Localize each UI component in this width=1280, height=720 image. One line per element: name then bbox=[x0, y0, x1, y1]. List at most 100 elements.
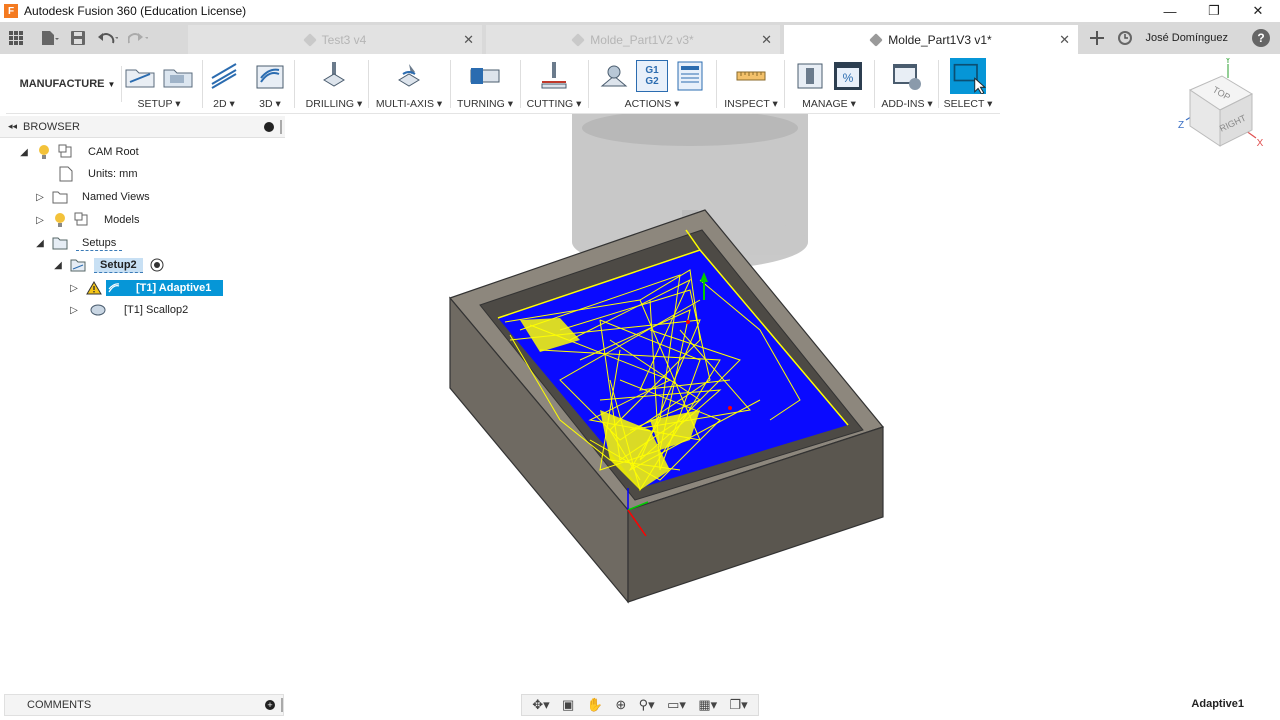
tab-label: Test3 v4 bbox=[321, 32, 367, 47]
setup-folder-icon[interactable] bbox=[124, 60, 156, 92]
expand-triangle-icon[interactable]: ▷ bbox=[34, 191, 46, 203]
panel-grip-icon[interactable] bbox=[280, 119, 282, 134]
svg-text:%: % bbox=[843, 71, 854, 85]
group-select[interactable]: SELECT ▾ bbox=[940, 54, 996, 114]
new-tab-plus-icon[interactable] bbox=[1087, 28, 1107, 48]
workspace-switcher[interactable]: MANUFACTURE ▼ bbox=[14, 66, 122, 102]
group-multi-axis[interactable]: MULTI-AXIS ▾ bbox=[370, 54, 448, 114]
tree-item-units[interactable]: Units: mm bbox=[40, 164, 144, 184]
tree-item-scallop2[interactable]: ▷ [T1] Scallop2 bbox=[68, 300, 194, 320]
display-settings-icon[interactable]: ▭▾ bbox=[667, 697, 686, 713]
panel-grip-icon[interactable] bbox=[281, 698, 283, 712]
group-cutting[interactable]: CUTTING ▾ bbox=[522, 54, 586, 114]
data-panel-grid-icon[interactable] bbox=[6, 28, 26, 48]
measure-ruler-icon[interactable] bbox=[735, 60, 767, 92]
group-2d[interactable]: 2D ▾ bbox=[204, 54, 244, 114]
viewports-icon[interactable]: ❐▾ bbox=[730, 697, 748, 713]
close-tab-icon[interactable]: ✕ bbox=[761, 32, 772, 48]
tab-test3[interactable]: Test3 v4 ✕ bbox=[188, 25, 482, 54]
close-tab-icon[interactable]: ✕ bbox=[1059, 32, 1070, 48]
group-actions[interactable]: G1 G2 ACTIONS ▾ bbox=[590, 54, 714, 114]
job-status-clock-icon[interactable] bbox=[1115, 28, 1135, 48]
cutting-icon[interactable] bbox=[538, 60, 570, 92]
setup-sheet-icon[interactable] bbox=[674, 60, 706, 92]
separator bbox=[588, 60, 589, 108]
user-name[interactable]: José Domínguez bbox=[1145, 32, 1228, 44]
expand-triangle-icon[interactable]: ▷ bbox=[68, 282, 80, 294]
group-turning[interactable]: TURNING ▾ bbox=[452, 54, 518, 114]
select-cursor-icon[interactable] bbox=[950, 58, 986, 94]
expand-triangle-icon[interactable]: ▷ bbox=[34, 214, 46, 226]
group-label-2d: 2D bbox=[213, 98, 227, 110]
minimize-button[interactable]: — bbox=[1148, 0, 1192, 22]
tree-item-adaptive1[interactable]: ▷ [T1] Adaptive1 bbox=[68, 278, 224, 298]
turning-icons bbox=[452, 60, 518, 92]
group-label-multi-axis: MULTI-AXIS bbox=[375, 98, 434, 110]
group-drilling[interactable]: DRILLING ▾ bbox=[296, 54, 372, 114]
group-inspect[interactable]: INSPECT ▾ bbox=[718, 54, 784, 114]
2d-adaptive-icon[interactable] bbox=[208, 60, 240, 92]
fusion-logo-icon: F bbox=[4, 4, 18, 18]
lightbulb-icon[interactable] bbox=[52, 212, 68, 228]
redo-icon[interactable] bbox=[128, 28, 148, 48]
tree-item-named-views[interactable]: ▷ Named Views bbox=[34, 187, 156, 207]
tree-item-setup2[interactable]: ◢ Setup2 bbox=[52, 255, 165, 275]
group-label-setup: SETUP bbox=[137, 98, 173, 110]
look-at-icon[interactable]: ▣ bbox=[562, 697, 574, 713]
restore-button[interactable]: ❐ bbox=[1192, 0, 1236, 22]
add-comment-icon[interactable]: + bbox=[265, 700, 275, 710]
add-ins-icons bbox=[876, 60, 938, 92]
expand-triangle-icon[interactable]: ◢ bbox=[18, 146, 30, 158]
fit-zoom-icon[interactable]: ⚲▾ bbox=[639, 697, 655, 713]
expand-triangle-icon[interactable]: ◢ bbox=[34, 237, 46, 249]
separator bbox=[874, 60, 875, 108]
tab-molde-part1v2[interactable]: Molde_Part1V2 v3* ✕ bbox=[486, 25, 780, 54]
tree-item-models[interactable]: ▷ Models bbox=[34, 210, 145, 230]
panel-options-icon[interactable] bbox=[264, 121, 274, 132]
tree-item-setups[interactable]: ◢ Setups bbox=[34, 233, 123, 253]
template-library-icon[interactable]: % bbox=[832, 60, 864, 92]
expand-triangle-icon[interactable]: ◢ bbox=[52, 259, 64, 271]
post-process-g1g2-icon[interactable]: G1 G2 bbox=[636, 60, 668, 92]
pan-hand-icon[interactable]: ✋ bbox=[587, 697, 603, 713]
bottom-bar: COMMENTS + ✥▾ ▣ ✋ ⊕ ⚲▾ ▭▾ ▦▾ ❐▾ Adaptive… bbox=[0, 692, 1280, 720]
turning-icon[interactable] bbox=[469, 60, 501, 92]
close-window-button[interactable]: ✕ bbox=[1236, 0, 1280, 22]
scripts-addins-icon[interactable] bbox=[891, 60, 923, 92]
stock-folder-icon[interactable] bbox=[162, 60, 194, 92]
3d-adaptive-icon[interactable] bbox=[254, 60, 286, 92]
chevron-down-icon: ▼ bbox=[107, 79, 116, 89]
group-label-add-ins: ADD-INS bbox=[881, 98, 925, 110]
tree-item-label: Setups bbox=[76, 236, 123, 251]
collapse-panel-icon[interactable]: ◂◂ bbox=[8, 121, 17, 132]
orbit-icon[interactable]: ✥▾ bbox=[532, 697, 549, 713]
multi-axis-icon[interactable] bbox=[393, 60, 425, 92]
group-add-ins[interactable]: ADD-INS ▾ bbox=[876, 54, 938, 114]
group-manage[interactable]: % MANAGE ▾ bbox=[786, 54, 872, 114]
zoom-icon[interactable]: ⊕ bbox=[615, 697, 626, 713]
group-3d[interactable]: 3D ▾ bbox=[250, 54, 290, 114]
tree-item-cam-root[interactable]: ◢ CAM Root bbox=[18, 142, 145, 162]
undo-icon[interactable] bbox=[98, 28, 118, 48]
scallop-op-icon bbox=[90, 302, 106, 318]
folder-icon bbox=[52, 189, 68, 205]
viewcube[interactable]: TOP RIGHT Y Z X bbox=[1172, 55, 1268, 158]
save-icon[interactable] bbox=[68, 28, 88, 48]
tool-library-icon[interactable] bbox=[794, 60, 826, 92]
close-tab-icon[interactable]: ✕ bbox=[463, 32, 474, 48]
help-icon[interactable]: ? bbox=[1252, 29, 1270, 47]
group-label-inspect: INSPECT bbox=[724, 98, 770, 110]
drill-icon[interactable] bbox=[318, 60, 350, 92]
warning-icon bbox=[86, 280, 102, 296]
expand-triangle-icon[interactable]: ▷ bbox=[68, 304, 80, 316]
group-setup[interactable]: SETUP ▾ bbox=[118, 54, 200, 114]
lightbulb-icon[interactable] bbox=[36, 144, 52, 160]
inspect-icons bbox=[718, 60, 784, 92]
grid-settings-icon[interactable]: ▦▾ bbox=[698, 697, 717, 713]
simulate-icon[interactable] bbox=[598, 60, 630, 92]
file-menu-icon[interactable] bbox=[40, 28, 60, 48]
activate-radio-icon[interactable] bbox=[149, 257, 165, 273]
tree-item-label: Units: mm bbox=[88, 168, 138, 180]
comments-panel[interactable]: COMMENTS + bbox=[4, 694, 284, 716]
tab-molde-part1v3[interactable]: Molde_Part1V3 v1* ✕ bbox=[784, 25, 1078, 54]
